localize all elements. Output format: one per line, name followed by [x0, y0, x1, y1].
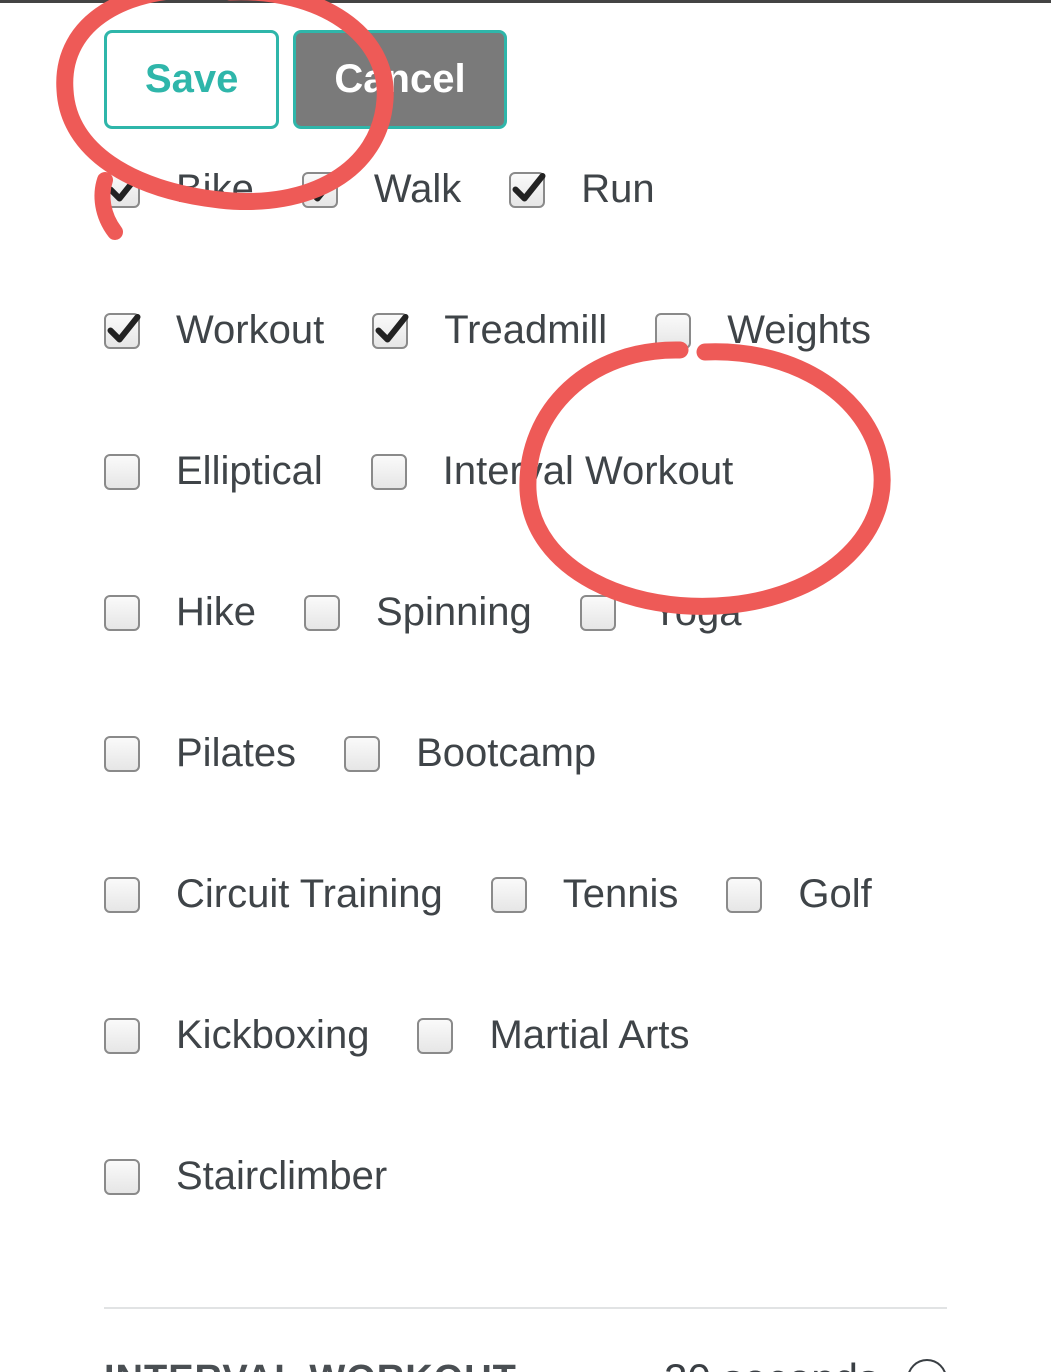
checkbox-icon[interactable] — [104, 172, 140, 208]
chevron-down-icon[interactable] — [907, 1359, 947, 1372]
activity-checkbox[interactable]: Elliptical — [104, 449, 323, 494]
checkbox-icon[interactable] — [371, 454, 407, 490]
activity-checkbox[interactable]: Golf — [726, 872, 871, 917]
activity-checkbox[interactable]: Hike — [104, 590, 256, 635]
activity-checkbox[interactable]: Walk — [302, 167, 461, 212]
checkbox-icon[interactable] — [726, 877, 762, 913]
activity-label: Weights — [727, 308, 871, 353]
activity-label: Walk — [374, 167, 461, 212]
checkbox-icon[interactable] — [304, 595, 340, 631]
button-row: Save Cancel — [104, 0, 947, 167]
checkbox-icon[interactable] — [344, 736, 380, 772]
activity-label: Pilates — [176, 731, 296, 776]
checkbox-icon[interactable] — [372, 313, 408, 349]
checkbox-icon[interactable] — [417, 1018, 453, 1054]
activity-label: Kickboxing — [176, 1013, 369, 1058]
activity-checkbox[interactable]: Interval Workout — [371, 449, 734, 494]
activity-checkbox[interactable]: Workout — [104, 308, 324, 353]
checkbox-icon[interactable] — [104, 1018, 140, 1054]
activity-checkbox[interactable]: Kickboxing — [104, 1013, 369, 1058]
activity-label: Golf — [798, 872, 871, 917]
activity-checkbox[interactable]: Bike — [104, 167, 254, 212]
activity-checkbox[interactable]: Bootcamp — [344, 731, 596, 776]
activity-label: Tennis — [563, 872, 679, 917]
checkbox-icon[interactable] — [509, 172, 545, 208]
activity-checkbox[interactable]: Yoga — [580, 590, 742, 635]
checkbox-icon[interactable] — [655, 313, 691, 349]
checkbox-icon[interactable] — [302, 172, 338, 208]
save-button[interactable]: Save — [104, 30, 279, 129]
checkbox-icon[interactable] — [580, 595, 616, 631]
activity-checkbox[interactable]: Run — [509, 167, 654, 212]
activity-checkbox[interactable]: Treadmill — [372, 308, 607, 353]
checkbox-icon[interactable] — [104, 877, 140, 913]
activity-label: Circuit Training — [176, 872, 443, 917]
checkbox-icon[interactable] — [491, 877, 527, 913]
checkbox-icon[interactable] — [104, 736, 140, 772]
activity-checkbox[interactable]: Spinning — [304, 590, 532, 635]
activity-label: Bike — [176, 167, 254, 212]
activity-label: Stairclimber — [176, 1154, 387, 1199]
activity-checkbox[interactable]: Pilates — [104, 731, 296, 776]
setting-interval-workout[interactable]: INTERVAL WORKOUT 30 seconds — [104, 1309, 947, 1372]
activity-label: Bootcamp — [416, 731, 596, 776]
activity-label: Spinning — [376, 590, 532, 635]
activity-label: Hike — [176, 590, 256, 635]
activity-checkbox[interactable]: Tennis — [491, 872, 679, 917]
checkbox-icon[interactable] — [104, 313, 140, 349]
setting-label: INTERVAL WORKOUT — [104, 1358, 517, 1372]
cancel-button[interactable]: Cancel — [293, 30, 506, 129]
activity-label: Workout — [176, 308, 324, 353]
activity-label: Martial Arts — [489, 1013, 689, 1058]
activity-label: Interval Workout — [443, 449, 734, 494]
checkbox-icon[interactable] — [104, 1159, 140, 1195]
activity-checkbox[interactable]: Circuit Training — [104, 872, 443, 917]
activity-label: Yoga — [652, 590, 742, 635]
activity-checkbox[interactable]: Weights — [655, 308, 871, 353]
top-rule — [0, 0, 1051, 3]
activity-label: Elliptical — [176, 449, 323, 494]
checkbox-icon[interactable] — [104, 454, 140, 490]
activity-checkbox[interactable]: Martial Arts — [417, 1013, 689, 1058]
activity-checkbox-area: Bike Walk Run Workout Treadmill Weights Ellipt… — [104, 167, 947, 1307]
activity-label: Treadmill — [444, 308, 607, 353]
activity-label: Run — [581, 167, 654, 212]
activity-checkbox[interactable]: Stairclimber — [104, 1154, 387, 1199]
setting-value: 30 seconds — [664, 1355, 879, 1372]
checkbox-icon[interactable] — [104, 595, 140, 631]
